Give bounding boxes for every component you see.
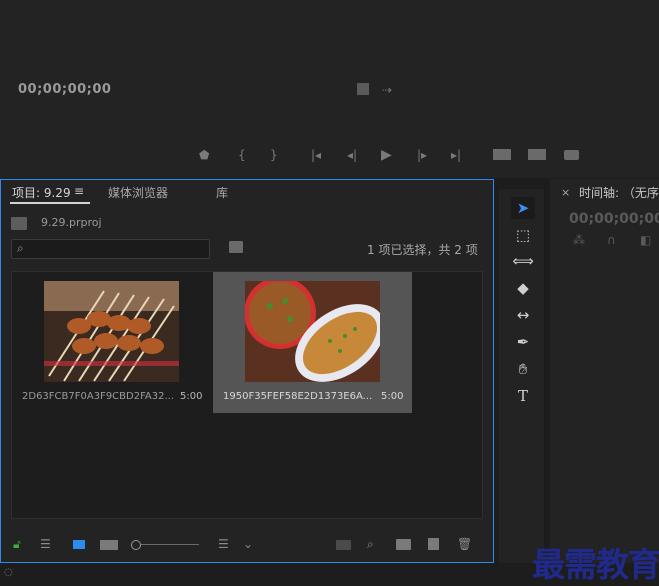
freeform-view-icon[interactable] <box>100 540 118 550</box>
new-bin-icon[interactable] <box>396 539 411 550</box>
step-back-icon[interactable]: ◂| <box>347 147 357 163</box>
marker-icon[interactable]: ⬟ <box>199 147 209 163</box>
clip-thumbnail-dishes <box>245 281 380 382</box>
export-frame-icon[interactable] <box>564 150 579 160</box>
status-indicator-icon: ◌ <box>4 567 13 578</box>
insert-icon[interactable] <box>493 149 511 160</box>
panel-menu-icon[interactable]: ≡ <box>74 184 84 198</box>
ripple-edit-tool-icon[interactable]: ⟺ <box>511 250 535 272</box>
watermark: 最需教育 <box>532 545 659 584</box>
tab-project[interactable]: 项目: 9.29 <box>12 184 71 201</box>
active-tab-underline <box>10 202 90 204</box>
selection-status: 1 项已选择，共 2 项 <box>367 243 478 257</box>
clip-name: 1950F35FEF58E2D1373E6A... <box>223 391 373 402</box>
drag-audio-icon[interactable]: ⇢ <box>382 82 392 98</box>
overwrite-icon[interactable] <box>528 149 546 160</box>
track-select-tool-icon[interactable]: ⬚ <box>511 224 535 246</box>
linked-selection-icon[interactable]: ◧ <box>640 233 651 247</box>
clip-duration: 5:00 <box>180 391 203 402</box>
settings-icon[interactable] <box>357 83 369 95</box>
pen-tool-icon[interactable]: ✒ <box>511 331 535 353</box>
find-in-bin-icon[interactable] <box>229 241 243 253</box>
list-view-icon[interactable]: ☰ <box>40 537 51 551</box>
project-folder-icon <box>11 217 27 230</box>
zoom-slider-track[interactable] <box>141 544 199 545</box>
lock-icon[interactable]: 🔓︎ <box>13 537 21 551</box>
chevron-down-icon[interactable]: ⌄ <box>243 537 253 551</box>
slip-tool-icon[interactable]: ↔ <box>511 304 535 326</box>
search-icon: ⌕ <box>17 241 24 255</box>
close-icon[interactable]: × <box>561 186 570 199</box>
step-forward-icon[interactable]: |▸ <box>417 147 427 163</box>
source-timecode[interactable]: 00;00;00;00 <box>18 82 111 97</box>
clip-thumbnail-skewers <box>44 281 179 382</box>
zoom-slider-handle[interactable] <box>131 540 141 550</box>
tab-media-browser[interactable]: 媒体浏览器 <box>108 184 168 201</box>
project-filename: 9.29.prproj <box>41 216 102 229</box>
new-item-icon[interactable] <box>428 538 439 550</box>
sort-icon[interactable]: ☰ <box>218 537 229 551</box>
search-input[interactable] <box>11 239 210 259</box>
razor-tool-icon[interactable]: ◆ <box>511 277 535 299</box>
clip-duration: 5:00 <box>381 391 404 402</box>
nest-icon[interactable]: ⁂ <box>573 233 585 247</box>
tab-timeline[interactable]: 时间轴: （无序 <box>579 184 659 201</box>
timeline-timecode[interactable]: 00;00;00;00 <box>569 211 659 227</box>
trash-icon[interactable]: 🗑︎ <box>457 537 472 551</box>
tab-libraries[interactable]: 库 <box>216 184 228 201</box>
icon-view-icon[interactable] <box>73 540 85 549</box>
mark-in-icon[interactable]: { <box>238 147 246 163</box>
find-icon[interactable]: ⌕ <box>367 537 374 551</box>
clip-name: 2D63FCB7F0A3F9CBD2FA32... <box>22 391 175 402</box>
automate-to-sequence-icon[interactable] <box>336 540 351 550</box>
mark-out-icon[interactable]: } <box>270 147 278 163</box>
go-to-in-icon[interactable]: |◂ <box>311 147 321 163</box>
hand-tool-icon[interactable]: ✋︎ <box>511 358 535 380</box>
snap-icon[interactable]: ∩ <box>607 233 616 247</box>
type-tool-icon[interactable]: T <box>511 385 535 407</box>
play-icon[interactable]: ▶ <box>381 147 392 163</box>
selection-tool-icon[interactable]: ➤ <box>511 197 535 219</box>
go-to-out-icon[interactable]: ▸| <box>451 147 461 163</box>
